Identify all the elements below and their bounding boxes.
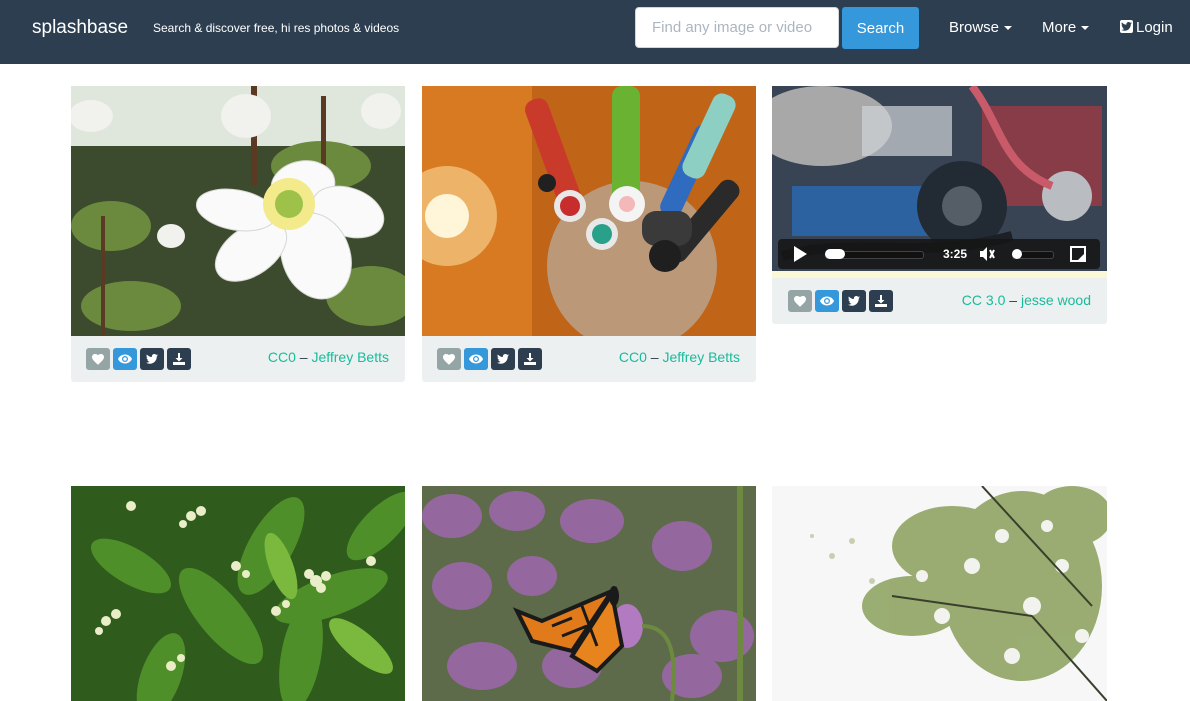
chevron-down-icon: [1004, 26, 1013, 31]
credit-separator: –: [650, 349, 659, 365]
tagline: Search & discover free, hi res photos & …: [153, 21, 400, 35]
chevron-down-icon: [1081, 26, 1090, 31]
browse-dropdown[interactable]: Browse: [949, 19, 1013, 36]
eye-icon[interactable]: [113, 348, 137, 370]
volume-icon[interactable]: [979, 246, 995, 262]
license-link[interactable]: CC0: [619, 349, 647, 365]
login-link[interactable]: Login: [1120, 19, 1173, 36]
volume-handle[interactable]: [1012, 249, 1022, 259]
twitter-icon[interactable]: [491, 348, 515, 370]
video-card: 3:25 CC 3.0 – jesse wood: [772, 86, 1107, 324]
video-controls: 3:25: [778, 239, 1100, 269]
navbar: splashbase Search & discover free, hi re…: [0, 0, 1190, 64]
credit-separator: –: [1009, 292, 1018, 308]
photo-card: [71, 486, 405, 701]
credit-separator: –: [299, 349, 308, 365]
credit-text: CC0 – Jeffrey Betts: [268, 349, 389, 365]
photo-image[interactable]: [71, 86, 405, 336]
download-icon[interactable]: [518, 348, 542, 370]
eye-icon[interactable]: [464, 348, 488, 370]
author-link[interactable]: Jeffrey Betts: [662, 349, 740, 365]
video-player[interactable]: 3:25: [772, 86, 1107, 278]
photo-image[interactable]: [71, 486, 405, 701]
eye-icon[interactable]: [815, 290, 839, 312]
license-link[interactable]: CC 3.0: [962, 292, 1006, 308]
photo-image[interactable]: [422, 86, 756, 336]
volume-slider[interactable]: [1012, 249, 1054, 259]
card-footer: CC 3.0 – jesse wood: [772, 278, 1107, 324]
card-footer: CC0 – Jeffrey Betts: [71, 336, 405, 382]
twitter-icon: [1120, 20, 1133, 33]
video-progress-handle[interactable]: [825, 249, 845, 259]
search-input[interactable]: [635, 7, 839, 48]
card-footer: CC0 – Jeffrey Betts: [422, 336, 756, 382]
photo-card: CC0 – Jeffrey Betts: [422, 86, 756, 382]
browse-label: Browse: [949, 19, 1000, 36]
credit-text: CC 3.0 – jesse wood: [962, 292, 1091, 308]
photo-image[interactable]: [422, 486, 756, 701]
login-label: Login: [1136, 19, 1173, 36]
more-label: More: [1042, 19, 1077, 36]
download-icon[interactable]: [869, 290, 893, 312]
brand-logo[interactable]: splashbase: [32, 17, 128, 39]
video-progress-bar[interactable]: [825, 249, 924, 259]
twitter-icon[interactable]: [140, 348, 164, 370]
photo-image[interactable]: [772, 486, 1107, 701]
author-link[interactable]: Jeffrey Betts: [311, 349, 389, 365]
video-time: 3:25: [943, 247, 968, 261]
play-icon[interactable]: [792, 246, 808, 262]
more-dropdown[interactable]: More: [1042, 19, 1090, 36]
heart-icon[interactable]: [437, 348, 461, 370]
credit-text: CC0 – Jeffrey Betts: [619, 349, 740, 365]
license-link[interactable]: CC0: [268, 349, 296, 365]
photo-card: [772, 486, 1107, 701]
fullscreen-icon[interactable]: [1070, 246, 1086, 262]
author-link[interactable]: jesse wood: [1021, 292, 1091, 308]
heart-icon[interactable]: [86, 348, 110, 370]
twitter-icon[interactable]: [842, 290, 866, 312]
download-icon[interactable]: [167, 348, 191, 370]
photo-card: [422, 486, 756, 701]
photo-card: CC0 – Jeffrey Betts: [71, 86, 405, 382]
search-button[interactable]: Search: [842, 7, 919, 49]
heart-icon[interactable]: [788, 290, 812, 312]
